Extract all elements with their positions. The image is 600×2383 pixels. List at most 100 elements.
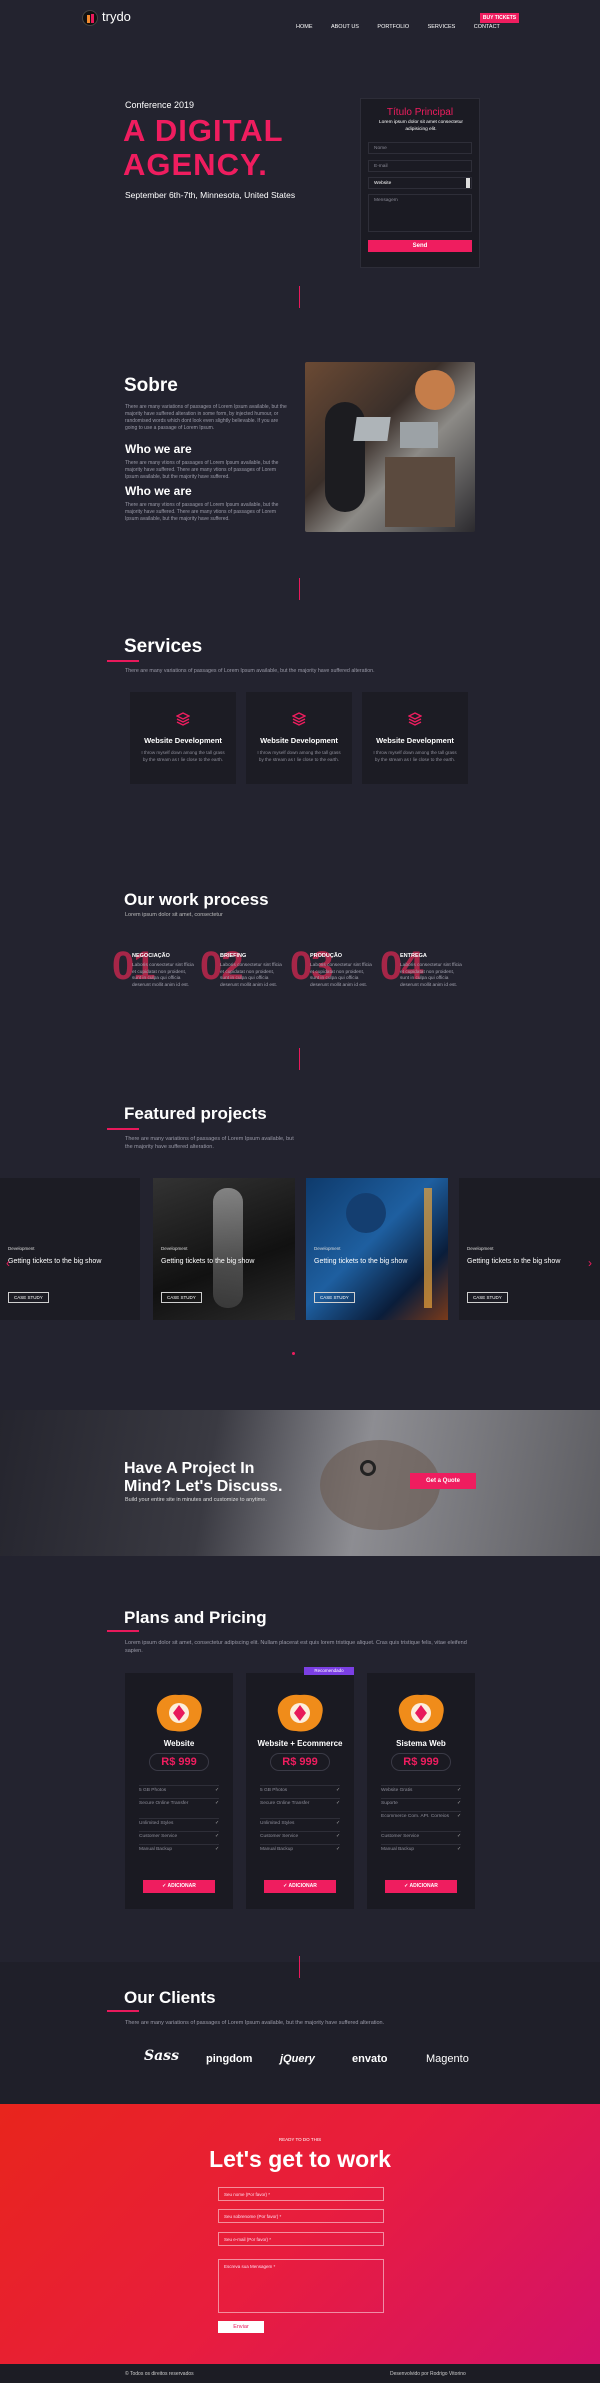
about-text-1: There are many variations of passages of… — [125, 404, 287, 431]
case-study-button[interactable]: CASE STUDY — [314, 1292, 355, 1303]
plan-feature: Manual Backup ✓ — [260, 1844, 340, 1857]
project-category: Development — [161, 1246, 188, 1251]
sass-logo: Sass — [144, 2048, 179, 2064]
pricing-title: Plans and Pricing — [124, 1608, 267, 1627]
process-title: Our work process — [124, 890, 269, 909]
plan-feature: Unlimited Styles ✓ — [260, 1818, 340, 1831]
nav-portfolio[interactable]: PORTFOLIO — [377, 24, 409, 30]
services-title: Services — [124, 636, 203, 657]
plan-name: Website + Ecommerce — [257, 1739, 343, 1748]
last-name-field[interactable]: Seu sobrenome (Por favor) * — [218, 2209, 384, 2223]
layers-icon — [175, 712, 191, 726]
about-photo — [305, 362, 475, 532]
services-underline — [107, 660, 139, 662]
field-scrollbar[interactable] — [466, 178, 470, 188]
slider-prev-icon[interactable]: ‹ — [6, 1256, 10, 1270]
email-field[interactable]: E-mail — [368, 160, 472, 172]
nav-about[interactable]: ABOUT US — [331, 24, 359, 30]
email-field[interactable]: Seu e-mail (Por favor) * — [218, 2232, 384, 2246]
first-name-field[interactable]: Seu nome (Por favor) * — [218, 2187, 384, 2201]
footer-credit[interactable]: Desenvolvido por Rodrigo Vitorino — [390, 2371, 466, 2377]
about-who-2: Who we are — [125, 484, 192, 498]
add-plan-button[interactable]: ✓ ADICIONAR — [143, 1880, 215, 1893]
plan-card: Website R$ 999 5 GB Photos ✓ Secure Onlin… — [125, 1673, 233, 1909]
projects-title: Featured projects — [124, 1104, 267, 1123]
send-button[interactable]: Send — [368, 240, 472, 252]
project-card[interactable]: Development Getting tickets to the big s… — [306, 1178, 448, 1320]
plan-feature: 5 GB Photos ✓ — [139, 1785, 219, 1798]
divider-line — [299, 578, 300, 600]
form-title: Título Principal — [386, 107, 454, 118]
service-title: Website Development — [144, 736, 222, 745]
plan-price: R$ 999 — [391, 1753, 451, 1771]
contact-kicker: READY TO DO THIS — [278, 2137, 322, 2142]
step-text: Laboris consectetur sint fficia et cupid… — [220, 963, 282, 988]
step-text: Laboris consectetur sint fficia et cupid… — [400, 963, 462, 988]
service-title: Website Development — [260, 736, 338, 745]
plan-feature: Suporte ✓ — [381, 1798, 461, 1811]
plan-feature: Manual Backup ✓ — [381, 1844, 461, 1857]
case-study-button[interactable]: CASE STUDY — [467, 1292, 508, 1303]
message-field[interactable]: Mensagem — [368, 194, 472, 232]
cta-title-line1: Have A Project In — [124, 1460, 255, 1477]
service-card[interactable]: Website Development I throw myself down … — [362, 692, 468, 784]
get-quote-button[interactable]: Get a Quote — [410, 1473, 476, 1489]
project-card[interactable]: Development Getting tickets to the big s… — [459, 1178, 600, 1320]
about-who-1: Who we are — [125, 442, 192, 456]
service-card[interactable]: Website Development I throw myself down … — [246, 692, 352, 784]
plan-card: Sistema Web R$ 999 Website Gratis ✓ Supor… — [367, 1673, 475, 1909]
nav-home[interactable]: HOME — [296, 24, 313, 30]
add-plan-button[interactable]: ✓ ADICIONAR — [385, 1880, 457, 1893]
brand-logo-icon[interactable] — [82, 10, 98, 26]
project-category: Development — [8, 1246, 35, 1251]
message-field[interactable]: Escreva sua Mensagem * — [218, 2259, 384, 2313]
case-study-button[interactable]: CASE STUDY — [8, 1292, 49, 1303]
page: trydo HOME ABOUT US PORTFOLIO SERVICES C… — [0, 0, 600, 2383]
step-text: Laboris consectetur sint fficia et cupid… — [310, 963, 372, 988]
slider-dot[interactable] — [292, 1352, 295, 1355]
plan-feature: Manual Backup ✓ — [139, 1844, 219, 1857]
step-title: PRODUÇÃO — [310, 953, 343, 959]
project-category: Development — [467, 1246, 494, 1251]
about-text-2: There are many vtions of passages of Lor… — [125, 460, 279, 480]
brand-name[interactable]: trydo — [102, 9, 131, 24]
project-title: Getting tickets to the big show — [314, 1258, 408, 1265]
website-field[interactable]: Website — [368, 177, 472, 189]
submit-button[interactable]: Enviar — [218, 2321, 264, 2333]
helmet-icon — [151, 1691, 207, 1735]
divider-line — [299, 1956, 300, 1978]
project-card[interactable]: Development Getting tickets to the big s… — [0, 1178, 140, 1320]
plan-feature: Ecommerce Com. API. Correios ✓ — [381, 1811, 461, 1831]
divider-line — [299, 286, 300, 308]
services-desc: There are many variations of passages of… — [125, 668, 375, 674]
clients-desc: There are many variations of passages of… — [125, 2020, 385, 2026]
plan-feature: Customer Service ✓ — [260, 1831, 340, 1844]
layers-icon — [407, 712, 423, 726]
slider-next-icon[interactable]: › — [588, 1256, 592, 1270]
plan-card: Recomendado Website + Ecommerce R$ 999 5… — [246, 1667, 354, 1909]
nav-contact[interactable]: CONTACT — [474, 24, 500, 30]
project-card[interactable]: Development Getting tickets to the big s… — [153, 1178, 295, 1320]
case-study-button[interactable]: CASE STUDY — [161, 1292, 202, 1303]
form-subtitle: Lorem ipsum dolor sit amet consectetur a… — [379, 120, 463, 132]
hero-title-line1: A DIGITAL — [123, 113, 284, 148]
plan-name: Website — [163, 1739, 195, 1748]
step-text: Laboris consectetur sint fficia et cupid… — [132, 963, 194, 988]
helmet-icon — [272, 1691, 328, 1735]
plan-price: R$ 999 — [149, 1753, 209, 1771]
projects-desc: There are many variations of passages of… — [125, 1136, 294, 1150]
service-card[interactable]: Website Development I throw myself down … — [130, 692, 236, 784]
cta-subtitle: Build your entire site in minutes and cu… — [125, 1497, 267, 1503]
plan-price: R$ 999 — [270, 1753, 330, 1771]
plan-feature: Website Gratis ✓ — [381, 1785, 461, 1798]
process-subtitle: Lorem ipsum dolor sit amet, consectetur — [125, 912, 223, 918]
name-field[interactable]: Nome — [368, 142, 472, 154]
step-title: NEGOCIAÇÃO — [132, 953, 170, 959]
header: trydo HOME ABOUT US PORTFOLIO SERVICES C… — [0, 0, 600, 36]
nav-services[interactable]: SERVICES — [428, 24, 456, 30]
buy-tickets-button[interactable]: BUY TICKETS — [480, 13, 519, 23]
add-plan-button[interactable]: ✓ ADICIONAR — [264, 1880, 336, 1893]
envato-logo: envato — [352, 2053, 388, 2065]
plan-feature: 5 GB Photos ✓ — [260, 1785, 340, 1798]
jquery-logo: jQuery — [280, 2053, 315, 2065]
